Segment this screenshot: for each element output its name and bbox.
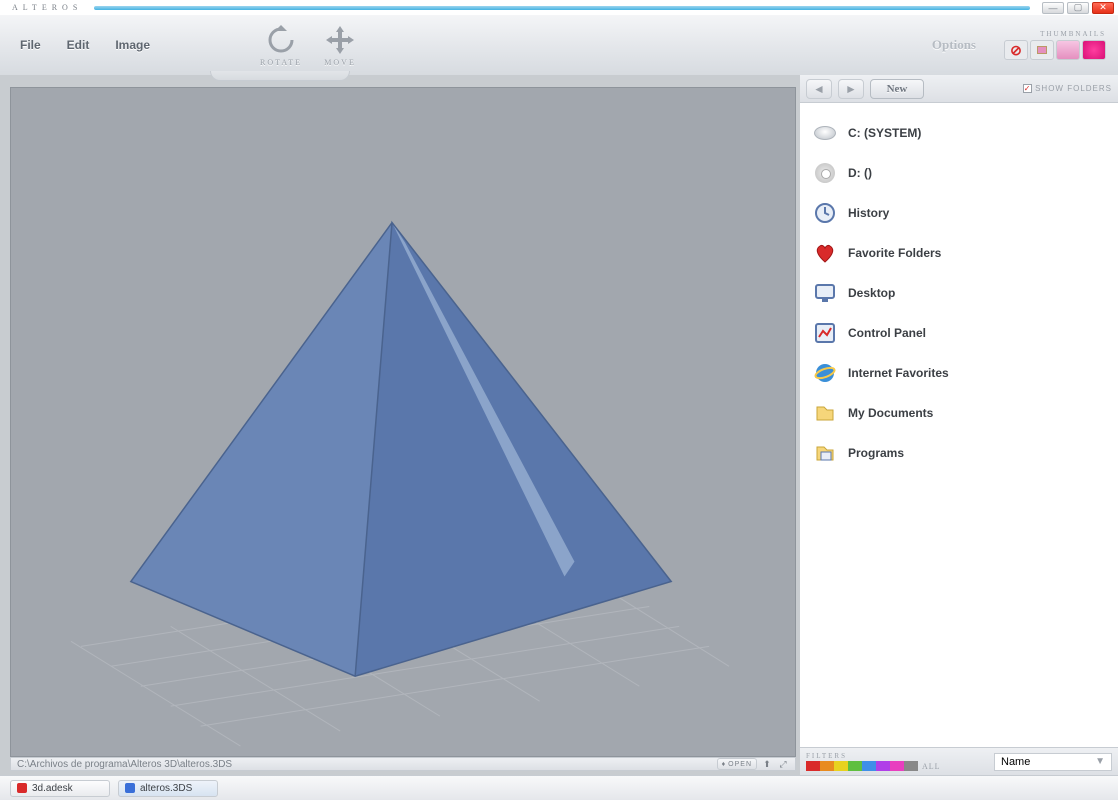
folder-item-label: C: (SYSTEM) (848, 126, 921, 140)
viewport-status-bar: C:\Archivos de programa\Alteros 3D\alter… (10, 757, 796, 771)
side-panel: ◄ ► New ✓ SHOW FOLDERS C: (SYSTEM) D: () H… (800, 75, 1118, 775)
drive-icon (812, 120, 838, 146)
thumbnails-header: THUMBNAILS (1040, 30, 1106, 38)
open-label: OPEN (728, 761, 752, 768)
folder-item-label: History (848, 206, 889, 220)
folder-item-label: Internet Favorites (848, 366, 949, 380)
folder-item-label: Favorite Folders (848, 246, 941, 260)
folder-item-cpanel[interactable]: Control Panel (800, 313, 1118, 353)
folder-item-label: Programs (848, 446, 904, 460)
taskbar-item[interactable]: 3d.adesk (10, 780, 110, 797)
new-button[interactable]: New (870, 79, 924, 99)
thumbnail-large-button[interactable] (1082, 40, 1106, 60)
viewport-expand-button[interactable]: ⤢ (777, 758, 789, 770)
nav-forward-button[interactable]: ► (838, 79, 864, 99)
side-panel-footer: FILTERS ALL Name ▼ (800, 747, 1118, 775)
nav-back-button[interactable]: ◄ (806, 79, 832, 99)
thumbnail-controls: THUMBNAILS ⊘ (1004, 30, 1106, 60)
move-icon (324, 24, 356, 56)
file-path: C:\Archivos de programa\Alteros 3D\alter… (17, 759, 232, 770)
taskbar: 3d.adesk alteros.3DS (0, 775, 1118, 800)
toolbar-curve (210, 71, 350, 81)
folder-item-label: D: () (848, 166, 872, 180)
options-button[interactable]: Options (932, 37, 976, 53)
folder-tree: C: (SYSTEM) D: () History Favorite Folders D… (800, 103, 1118, 747)
titlebar-decoration (94, 6, 1030, 10)
rotate-label: ROTATE (260, 58, 302, 67)
small-tile-icon (1037, 46, 1047, 54)
3d-viewport[interactable] (10, 87, 796, 757)
taskbar-item[interactable]: alteros.3DS (118, 780, 218, 797)
filters-label: FILTERS (806, 752, 941, 760)
cpanel-icon (812, 320, 838, 346)
toolbar: File Edit Image ROTATE MOVE Options THUM… (0, 15, 1118, 75)
sort-select[interactable]: Name ▼ (994, 753, 1112, 771)
folder-item-history[interactable]: History (800, 193, 1118, 233)
app-title: ALTEROS (12, 4, 82, 12)
desktop-icon (812, 280, 838, 306)
folder-item-ie[interactable]: Internet Favorites (800, 353, 1118, 393)
taskbar-item-label: alteros.3DS (140, 783, 192, 794)
folder-item-drive[interactable]: C: (SYSTEM) (800, 113, 1118, 153)
menu-file[interactable]: File (20, 38, 41, 52)
folder-item-progs[interactable]: Programs (800, 433, 1118, 473)
history-icon (812, 200, 838, 226)
filter-color-bar[interactable] (806, 761, 918, 771)
close-button[interactable]: ✕ (1092, 2, 1114, 14)
ie-icon (812, 360, 838, 386)
rotate-icon (265, 24, 297, 56)
titlebar: ALTEROS — ▢ ✕ (0, 0, 1118, 15)
cancel-icon: ⊘ (1010, 42, 1022, 59)
folder-item-desktop[interactable]: Desktop (800, 273, 1118, 313)
folder-item-docs[interactable]: My Documents (800, 393, 1118, 433)
move-tool[interactable]: MOVE (324, 24, 356, 67)
taskbar-item-label: 3d.adesk (32, 783, 73, 794)
show-folders-toggle[interactable]: ✓ SHOW FOLDERS (1023, 84, 1112, 93)
folder-item-label: Desktop (848, 286, 895, 300)
thumbnail-none-button[interactable]: ⊘ (1004, 40, 1028, 60)
minimize-button[interactable]: — (1042, 2, 1064, 14)
viewport-area: C:\Archivos de programa\Alteros 3D\alter… (0, 75, 800, 775)
folder-item-disc[interactable]: D: () (800, 153, 1118, 193)
menu-image[interactable]: Image (115, 38, 150, 52)
folder-item-heart[interactable]: Favorite Folders (800, 233, 1118, 273)
move-label: MOVE (324, 58, 356, 67)
thumbnail-medium-button[interactable] (1056, 40, 1080, 60)
chevron-down-icon: ▼ (1095, 756, 1105, 767)
thumbnail-small-button[interactable] (1030, 40, 1054, 60)
maximize-button[interactable]: ▢ (1067, 2, 1089, 14)
sort-value: Name (1001, 756, 1030, 768)
checkbox-icon: ✓ (1023, 84, 1032, 93)
filter-all-label[interactable]: ALL (922, 762, 941, 771)
file-type-icon (125, 783, 135, 793)
open-file-button[interactable]: ♦ OPEN (717, 758, 757, 770)
docs-icon (812, 400, 838, 426)
side-panel-toolbar: ◄ ► New ✓ SHOW FOLDERS (800, 75, 1118, 103)
file-type-icon (17, 783, 27, 793)
folder-item-label: My Documents (848, 406, 933, 420)
menu-edit[interactable]: Edit (67, 38, 90, 52)
show-folders-label: SHOW FOLDERS (1035, 84, 1112, 93)
rotate-tool[interactable]: ROTATE (260, 24, 302, 67)
disc-icon (812, 160, 838, 186)
progs-icon (812, 440, 838, 466)
viewport-up-button[interactable]: ⬆ (761, 758, 773, 770)
heart-icon (812, 240, 838, 266)
folder-item-label: Control Panel (848, 326, 926, 340)
